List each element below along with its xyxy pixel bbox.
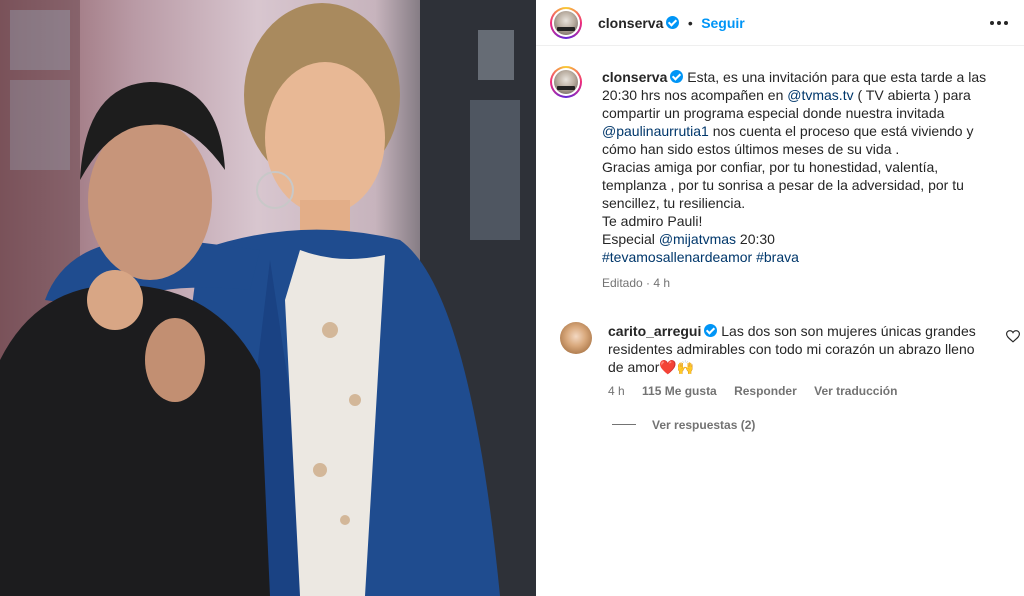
post-panel: clonserva • Seguir clonserva Esta, es un… <box>536 0 1024 596</box>
mention-link[interactable]: @paulinaurrutia1 <box>602 123 709 139</box>
photo-illustration <box>0 0 536 596</box>
comment-emojis: ❤️🙌 <box>659 359 695 375</box>
translate-button[interactable]: Ver traducción <box>814 384 897 398</box>
commenter-username[interactable]: carito_arregui <box>608 323 701 339</box>
verified-badge-icon <box>666 16 680 29</box>
caption-text-line3: Te admiro Pauli! <box>602 213 703 229</box>
caption-avatar[interactable] <box>550 66 582 98</box>
edited-label: Editado <box>602 276 643 290</box>
more-options-icon[interactable] <box>990 14 1008 32</box>
hashtag-link[interactable]: #tevamosallenardeamor <box>602 249 752 265</box>
caption-text-line4-suffix: 20:30 <box>739 231 775 247</box>
author-avatar[interactable] <box>550 7 582 39</box>
mention-link[interactable]: @tvmas.tv <box>787 87 853 103</box>
comment-likes[interactable]: 115 Me gusta <box>642 384 717 398</box>
replies-divider <box>612 424 636 425</box>
view-replies-button[interactable]: Ver respuestas (2) <box>612 418 755 432</box>
verified-badge-icon <box>704 324 718 337</box>
reply-button[interactable]: Responder <box>734 384 797 398</box>
caption-text-line4-prefix: Especial <box>602 231 655 247</box>
comment-meta: 4 h 115 Me gusta Responder Ver traducció… <box>608 384 911 398</box>
heart-outline-icon[interactable] <box>1006 330 1020 343</box>
author-username[interactable]: clonserva <box>598 15 663 31</box>
post-caption: clonserva Esta, es una invitación para q… <box>602 68 1002 292</box>
mention-link[interactable]: @mijatvmas <box>659 231 736 247</box>
caption-meta: Editado · 4 h <box>602 276 671 290</box>
follow-button[interactable]: Seguir <box>701 15 745 31</box>
post-photo[interactable] <box>0 0 536 596</box>
hashtag-link[interactable]: #brava <box>756 249 799 265</box>
comment-time[interactable]: 4 h <box>608 384 625 398</box>
post-header: clonserva • Seguir <box>536 0 1024 46</box>
header-user: clonserva • Seguir <box>598 15 745 33</box>
verified-badge-icon <box>670 70 684 83</box>
post-time[interactable]: 4 h <box>653 276 670 290</box>
caption-username[interactable]: clonserva <box>602 69 667 85</box>
separator-dot: • <box>687 15 693 31</box>
caption-text-line2: Gracias amiga por confiar, por tu honest… <box>602 159 964 211</box>
comment: carito_arregui Las dos son son mujeres ú… <box>608 322 988 376</box>
view-replies-label: Ver respuestas (2) <box>652 418 756 432</box>
commenter-avatar[interactable] <box>560 322 592 354</box>
